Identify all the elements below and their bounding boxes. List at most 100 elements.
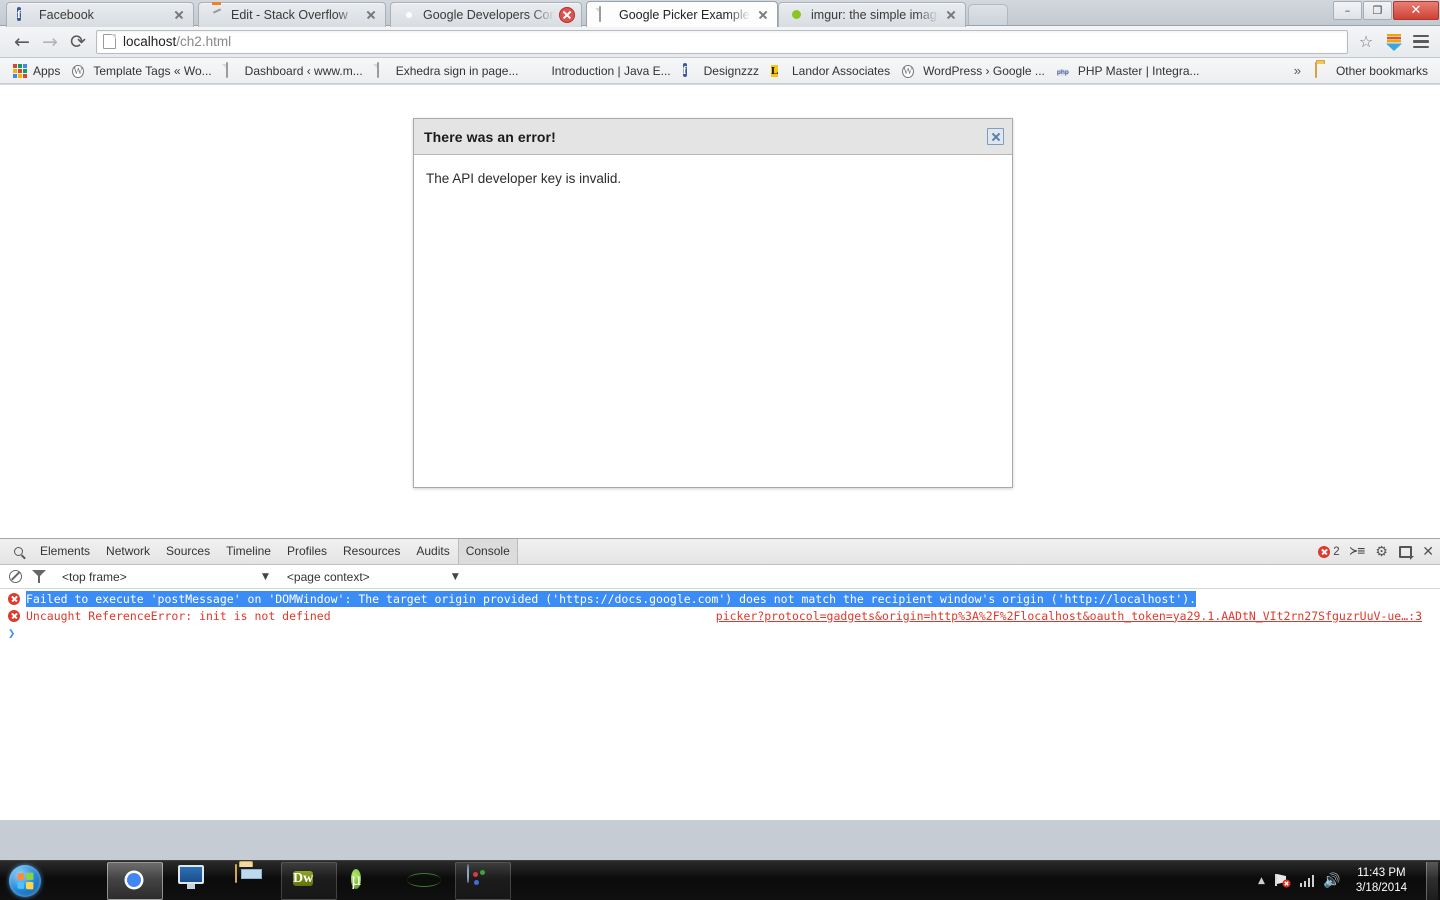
close-icon[interactable] xyxy=(559,7,575,23)
search-icon[interactable] xyxy=(4,539,32,565)
chevron-down-icon[interactable]: ▼ xyxy=(262,572,269,582)
frame-selector[interactable]: <top frame> xyxy=(62,570,262,584)
globe-icon xyxy=(409,865,441,897)
dialog-body: The API developer key is invalid. xyxy=(414,155,1012,202)
bookmark-other-bookmarks[interactable]: Other bookmarks xyxy=(1309,61,1434,81)
chrome-browser-window: f Facebook Edit - Stack Overflow Google … xyxy=(0,0,1440,860)
error-icon xyxy=(1318,545,1331,558)
php-icon: php xyxy=(1056,68,1069,76)
bookmark-template-tags[interactable]: W Template Tags « Wo... xyxy=(66,61,217,81)
taskbar-globe-browser-button[interactable] xyxy=(397,862,453,900)
taskbar-firefox-button[interactable] xyxy=(49,862,105,900)
signal-bars-icon[interactable] xyxy=(1299,874,1315,887)
tab-profiles[interactable]: Profiles xyxy=(279,539,335,564)
tab-title: imgur: the simple image s xyxy=(811,8,939,22)
star-glyph: ☆ xyxy=(1358,32,1374,51)
chevron-down-icon[interactable]: ▼ xyxy=(452,572,459,582)
browser-tab-imgur[interactable]: imgur: the simple image s xyxy=(778,2,966,27)
landor-icon: L xyxy=(771,64,779,77)
filter-icon[interactable] xyxy=(32,570,46,583)
dock-position-icon[interactable] xyxy=(1399,545,1415,560)
extension-icon[interactable] xyxy=(1383,31,1405,53)
close-window-button[interactable]: ✕ xyxy=(1393,1,1439,20)
bookmark-wordpress-google[interactable]: W WordPress › Google ... xyxy=(896,61,1051,81)
browser-tab-google-picker-example[interactable]: Google Picker Example xyxy=(586,1,778,27)
back-button[interactable]: ← xyxy=(8,28,36,56)
context-selector-label: <page context> xyxy=(286,569,370,584)
console-filter-bar: <top frame> ▼ <page context> ▼ xyxy=(0,565,1440,589)
folder-icon xyxy=(235,863,267,897)
show-hidden-icons-icon[interactable]: ▲ xyxy=(1258,876,1265,886)
bookmark-exhedra[interactable]: Exhedra sign in page... xyxy=(369,61,525,81)
error-dialog: There was an error! The API developer ke… xyxy=(413,118,1013,488)
bookmark-label: Template Tags « Wo... xyxy=(93,63,212,78)
console-message-row[interactable]: Uncaught ReferenceError: init is not def… xyxy=(0,607,1440,624)
network-error-icon[interactable] xyxy=(1274,873,1291,888)
close-icon[interactable]: ✕ xyxy=(1422,544,1434,560)
minimize-button[interactable]: – xyxy=(1333,1,1362,20)
tab-elements[interactable]: Elements xyxy=(32,539,98,564)
taskbar-utorrent-button[interactable]: µ xyxy=(339,862,395,900)
close-icon[interactable] xyxy=(363,7,379,23)
chrome-menu-icon[interactable] xyxy=(1410,31,1432,53)
bookmark-star-icon[interactable]: ☆ xyxy=(1354,30,1378,54)
imgur-icon xyxy=(789,7,805,23)
reload-icon: ⟳ xyxy=(70,30,86,53)
error-count-badge[interactable]: 2 xyxy=(1318,545,1340,558)
bookmark-label: Exhedra sign in page... xyxy=(395,63,519,78)
bookmark-apps[interactable]: Apps xyxy=(6,61,66,81)
settings-gear-icon[interactable]: ⚙ xyxy=(1375,545,1389,559)
bookmark-designzzz[interactable]: f Designzzz xyxy=(677,61,765,81)
folder-icon xyxy=(1314,61,1331,79)
forward-button[interactable]: → xyxy=(36,28,64,56)
clear-console-icon[interactable] xyxy=(9,570,22,583)
new-tab-button[interactable] xyxy=(968,4,1008,25)
tab-audits[interactable]: Audits xyxy=(408,539,457,564)
taskbar-paint-button[interactable] xyxy=(455,861,511,900)
show-desktop-button[interactable] xyxy=(1426,861,1438,900)
tab-sources[interactable]: Sources xyxy=(158,539,218,564)
google-icon xyxy=(401,7,417,23)
error-icon xyxy=(8,592,20,605)
tab-network[interactable]: Network xyxy=(98,539,158,564)
url-text: localhost/ch2.html xyxy=(123,34,231,49)
console-message-row[interactable]: Failed to execute 'postMessage' on 'DOMW… xyxy=(0,590,1440,607)
taskbar-chrome-button[interactable] xyxy=(107,861,163,900)
close-icon[interactable] xyxy=(755,7,771,23)
tab-timeline[interactable]: Timeline xyxy=(218,539,279,564)
taskbar-computer-button[interactable] xyxy=(165,862,221,900)
taskbar-dreamweaver-button[interactable]: Dw xyxy=(281,861,337,900)
page-info-icon[interactable] xyxy=(103,34,116,49)
reload-button[interactable]: ⟳ xyxy=(64,28,92,56)
start-button[interactable] xyxy=(2,862,48,900)
console-messages[interactable]: Failed to execute 'postMessage' on 'DOMW… xyxy=(0,590,1440,820)
close-icon[interactable] xyxy=(987,128,1004,145)
taskbar-file-explorer-button[interactable] xyxy=(223,862,279,900)
browser-tab-stack-overflow[interactable]: Edit - Stack Overflow xyxy=(198,2,386,27)
bookmark-php-master[interactable]: php PHP Master | Integra... xyxy=(1051,61,1206,81)
restore-button[interactable]: ❐ xyxy=(1363,1,1392,20)
java-icon xyxy=(530,63,546,79)
bookmarks-overflow-button[interactable]: » xyxy=(1286,63,1309,78)
browser-tab-google-developers-console[interactable]: Google Developers Conso xyxy=(390,2,582,27)
console-message-source-link[interactable]: picker?protocol=gadgets&origin=http%3A%2… xyxy=(716,609,1422,623)
bookmark-dashboard[interactable]: Dashboard ‹ www.m... xyxy=(218,61,369,81)
document-icon xyxy=(224,61,240,79)
tab-resources[interactable]: Resources xyxy=(335,539,408,564)
console-prompt[interactable]: ❯ xyxy=(0,624,1440,641)
context-selector[interactable]: <page context> xyxy=(287,570,452,584)
bookmark-landor-associates[interactable]: L Landor Associates xyxy=(765,61,896,81)
devtools-panel: Elements Network Sources Timeline Profil… xyxy=(0,538,1440,820)
taskbar-clock[interactable]: 11:43 PM 3/18/2014 xyxy=(1350,866,1413,896)
volume-icon[interactable]: 🔊 xyxy=(1323,873,1340,889)
console-drawer-icon[interactable]: ≻≡ xyxy=(1350,544,1366,559)
tab-console[interactable]: Console xyxy=(457,539,518,564)
bookmark-introduction-java[interactable]: Introduction | Java E... xyxy=(524,61,676,81)
document-icon xyxy=(375,61,391,79)
address-bar[interactable]: localhost/ch2.html xyxy=(96,29,1348,54)
bookmark-label: Dashboard ‹ www.m... xyxy=(244,63,363,78)
close-icon[interactable] xyxy=(171,7,187,23)
dreamweaver-icon: Dw xyxy=(293,870,314,886)
browser-tab-facebook[interactable]: f Facebook xyxy=(6,2,194,27)
close-icon[interactable] xyxy=(943,7,959,23)
